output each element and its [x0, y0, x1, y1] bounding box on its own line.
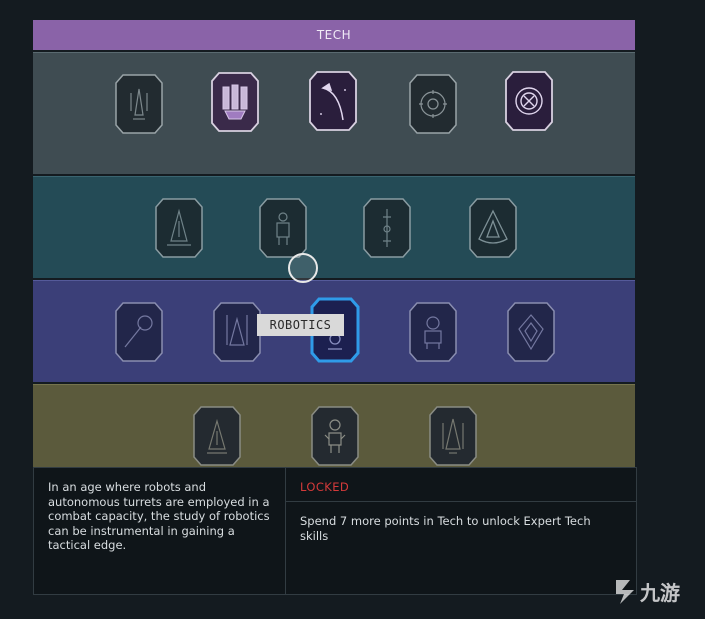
watermark-text: 九游 — [640, 580, 680, 605]
skill-badge-3-1[interactable] — [115, 301, 163, 363]
skill-badge-4-3[interactable] — [429, 405, 477, 467]
skill-tooltip: ROBOTICS — [257, 314, 344, 336]
skill-tree-title: TECH — [33, 20, 635, 50]
skill-badge-2-1[interactable] — [155, 197, 203, 259]
watermark-logo-icon — [616, 580, 634, 604]
skill-badge-1-5[interactable] — [505, 70, 553, 132]
skill-badge-2-3[interactable] — [363, 197, 411, 259]
skill-badge-4-2[interactable] — [311, 405, 359, 467]
skill-description: In an age where robots and autonomous tu… — [34, 468, 286, 594]
tier-1 — [33, 52, 635, 174]
skill-info-panel: In an age where robots and autonomous tu… — [33, 467, 637, 595]
skill-status-section: LOCKED Spend 7 more points in Tech to un… — [286, 468, 636, 594]
watermark: 九游 — [612, 569, 702, 613]
skill-badge-1-3[interactable] — [309, 70, 357, 132]
skill-badge-2-4[interactable] — [469, 197, 517, 259]
skill-badge-3-4[interactable] — [409, 301, 457, 363]
skill-badge-1-4[interactable] — [409, 73, 457, 135]
skill-badge-3-5[interactable] — [507, 301, 555, 363]
skill-badge-1-1[interactable] — [115, 73, 163, 135]
tier-2 — [33, 176, 635, 278]
skill-badge-1-2[interactable] — [211, 71, 259, 133]
skill-badge-2-2[interactable] — [259, 197, 307, 259]
locked-status: LOCKED — [286, 468, 636, 502]
cursor-indicator — [288, 253, 318, 283]
skill-badge-4-1[interactable] — [193, 405, 241, 467]
skill-badge-3-2[interactable] — [213, 301, 261, 363]
unlock-requirement: Spend 7 more points in Tech to unlock Ex… — [300, 514, 591, 543]
